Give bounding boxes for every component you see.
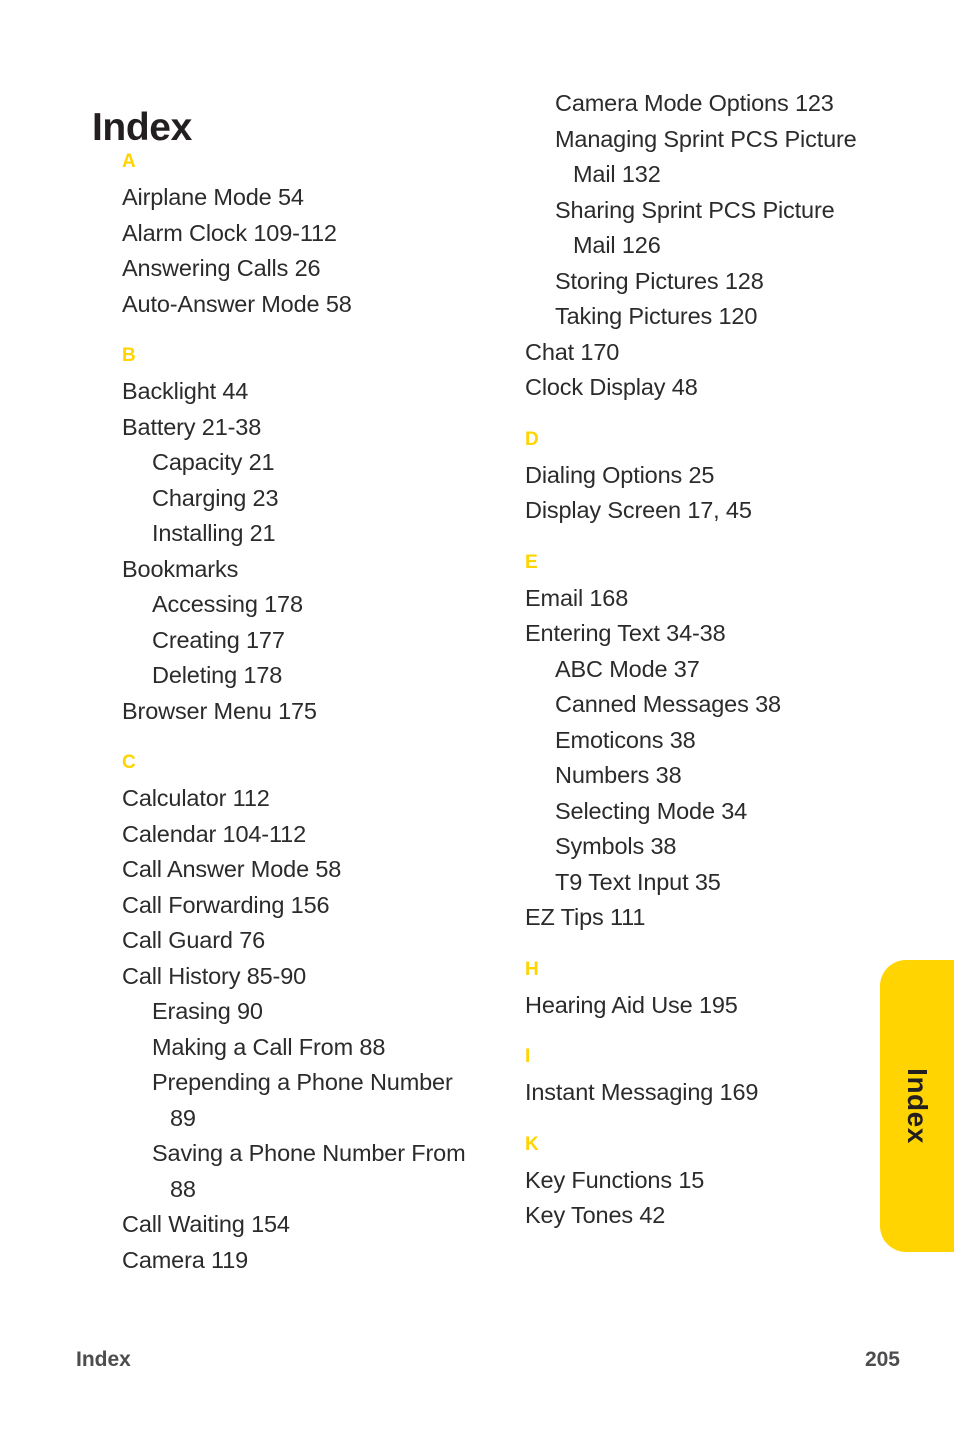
index-entry[interactable]: Erasing 90 bbox=[152, 994, 482, 1030]
index-entry[interactable]: Calculator 112 bbox=[122, 781, 482, 817]
letter-heading: H bbox=[525, 958, 539, 980]
index-section: A Airplane Mode 54 Alarm Clock 109-112 Answ… bbox=[122, 152, 482, 322]
index-entry[interactable]: Chat 170 bbox=[525, 335, 875, 371]
index-section: K Key Functions 15 Key Tones 42 bbox=[525, 1135, 875, 1234]
letter-heading: B bbox=[122, 345, 136, 366]
index-entry[interactable]: Auto-Answer Mode 58 bbox=[122, 287, 482, 323]
index-entry[interactable]: Backlight 44 bbox=[122, 374, 482, 410]
index-entry[interactable]: Display Screen 17, 45 bbox=[525, 493, 875, 529]
index-entry[interactable]: Email 168 bbox=[525, 581, 875, 617]
index-entry[interactable]: Key Functions 15 bbox=[525, 1163, 875, 1199]
page-footer: Index 205 bbox=[76, 1348, 900, 1372]
footer-page-number: 205 bbox=[864, 1348, 900, 1371]
index-entry[interactable]: Call Answer Mode 58 bbox=[122, 852, 482, 888]
index-entry[interactable]: Instant Messaging 169 bbox=[525, 1075, 875, 1111]
index-entry[interactable]: Charging 23 bbox=[152, 481, 482, 517]
index-entry[interactable]: Canned Messages 38 bbox=[555, 687, 875, 723]
index-entry[interactable]: Dialing Options 25 bbox=[525, 458, 875, 494]
index-entry[interactable]: Hearing Aid Use 195 bbox=[525, 988, 875, 1024]
index-column-right: Camera Mode Options 123 Managing Sprint P… bbox=[525, 86, 875, 1234]
index-section: Camera Mode Options 123 Managing Sprint P… bbox=[525, 86, 875, 406]
index-column-left: A Airplane Mode 54 Alarm Clock 109-112 Answ… bbox=[122, 152, 482, 1278]
index-section: B Backlight 44 Battery 21-38 Capacity 21 Cha… bbox=[122, 346, 482, 729]
index-entry[interactable]: Call History 85-90 bbox=[122, 959, 482, 995]
index-section: H Hearing Aid Use 195 bbox=[525, 960, 875, 1024]
letter-heading: D bbox=[525, 428, 539, 450]
index-entry[interactable]: Emoticons 38 bbox=[555, 723, 875, 759]
index-entry[interactable]: Call Guard 76 bbox=[122, 923, 482, 959]
index-entry[interactable]: Accessing 178 bbox=[152, 587, 482, 623]
index-entry[interactable]: Storing Pictures 128 bbox=[555, 264, 875, 300]
index-entry[interactable]: EZ Tips 111 bbox=[525, 900, 875, 936]
index-entry[interactable]: Calendar 104-112 bbox=[122, 817, 482, 853]
index-entry[interactable]: Selecting Mode 34 bbox=[555, 794, 875, 830]
index-entry[interactable]: Key Tones 42 bbox=[525, 1198, 875, 1234]
index-entry[interactable]: Creating 177 bbox=[152, 623, 482, 659]
letter-heading: A bbox=[122, 151, 136, 172]
side-tab-label: Index bbox=[902, 1068, 933, 1144]
index-section: I Instant Messaging 169 bbox=[525, 1047, 875, 1111]
index-entry[interactable]: Taking Pictures 120 bbox=[555, 299, 875, 335]
index-entry[interactable]: Managing Sprint PCS Picture Mail 132 bbox=[555, 122, 875, 193]
index-page: Index A Airplane Mode 54 Alarm Clock 109-1… bbox=[0, 0, 954, 1431]
index-entry[interactable]: Bookmarks bbox=[122, 552, 482, 588]
index-entry[interactable]: Call Forwarding 156 bbox=[122, 888, 482, 924]
index-entry[interactable]: Browser Menu 175 bbox=[122, 694, 482, 730]
index-entry[interactable]: Camera Mode Options 123 bbox=[555, 86, 875, 122]
index-section: C Calculator 112 Calendar 104-112 Call Answ… bbox=[122, 753, 482, 1278]
index-entry[interactable]: Entering Text 34-38 bbox=[525, 616, 875, 652]
index-entry[interactable]: Saving a Phone Number From 88 bbox=[152, 1136, 482, 1207]
letter-heading: I bbox=[525, 1046, 531, 1067]
index-entry[interactable]: T9 Text Input 35 bbox=[555, 865, 875, 901]
index-entry[interactable]: Call Waiting 154 bbox=[122, 1207, 482, 1243]
index-entry[interactable]: Installing 21 bbox=[152, 516, 482, 552]
letter-heading: C bbox=[122, 752, 136, 773]
index-entry[interactable]: Making a Call From 88 bbox=[152, 1030, 482, 1066]
index-entry[interactable]: Clock Display 48 bbox=[525, 370, 875, 406]
index-entry[interactable]: Capacity 21 bbox=[152, 445, 482, 481]
index-entry[interactable]: Camera 119 bbox=[122, 1243, 482, 1279]
letter-heading: K bbox=[525, 1133, 539, 1155]
index-entry[interactable]: Sharing Sprint PCS Picture Mail 126 bbox=[555, 193, 875, 264]
side-tab-index: Index bbox=[880, 960, 954, 1252]
index-entry[interactable]: Deleting 178 bbox=[152, 658, 482, 694]
footer-section-label: Index bbox=[76, 1348, 131, 1371]
index-entry[interactable]: Airplane Mode 54 bbox=[122, 180, 482, 216]
index-entry[interactable]: Alarm Clock 109-112 bbox=[122, 216, 482, 252]
index-section: D Dialing Options 25 Display Screen 17, 45 bbox=[525, 430, 875, 529]
index-entry[interactable]: ABC Mode 37 bbox=[555, 652, 875, 688]
index-entry[interactable]: Numbers 38 bbox=[555, 758, 875, 794]
index-entry[interactable]: Symbols 38 bbox=[555, 829, 875, 865]
index-entry[interactable]: Battery 21-38 bbox=[122, 410, 482, 446]
index-entry[interactable]: Answering Calls 26 bbox=[122, 251, 482, 287]
letter-heading: E bbox=[525, 551, 538, 573]
index-entry[interactable]: Prepending a Phone Number 89 bbox=[152, 1065, 482, 1136]
index-section: E Email 168 Entering Text 34-38 ABC Mode 37… bbox=[525, 553, 875, 936]
page-title: Index bbox=[92, 106, 192, 150]
